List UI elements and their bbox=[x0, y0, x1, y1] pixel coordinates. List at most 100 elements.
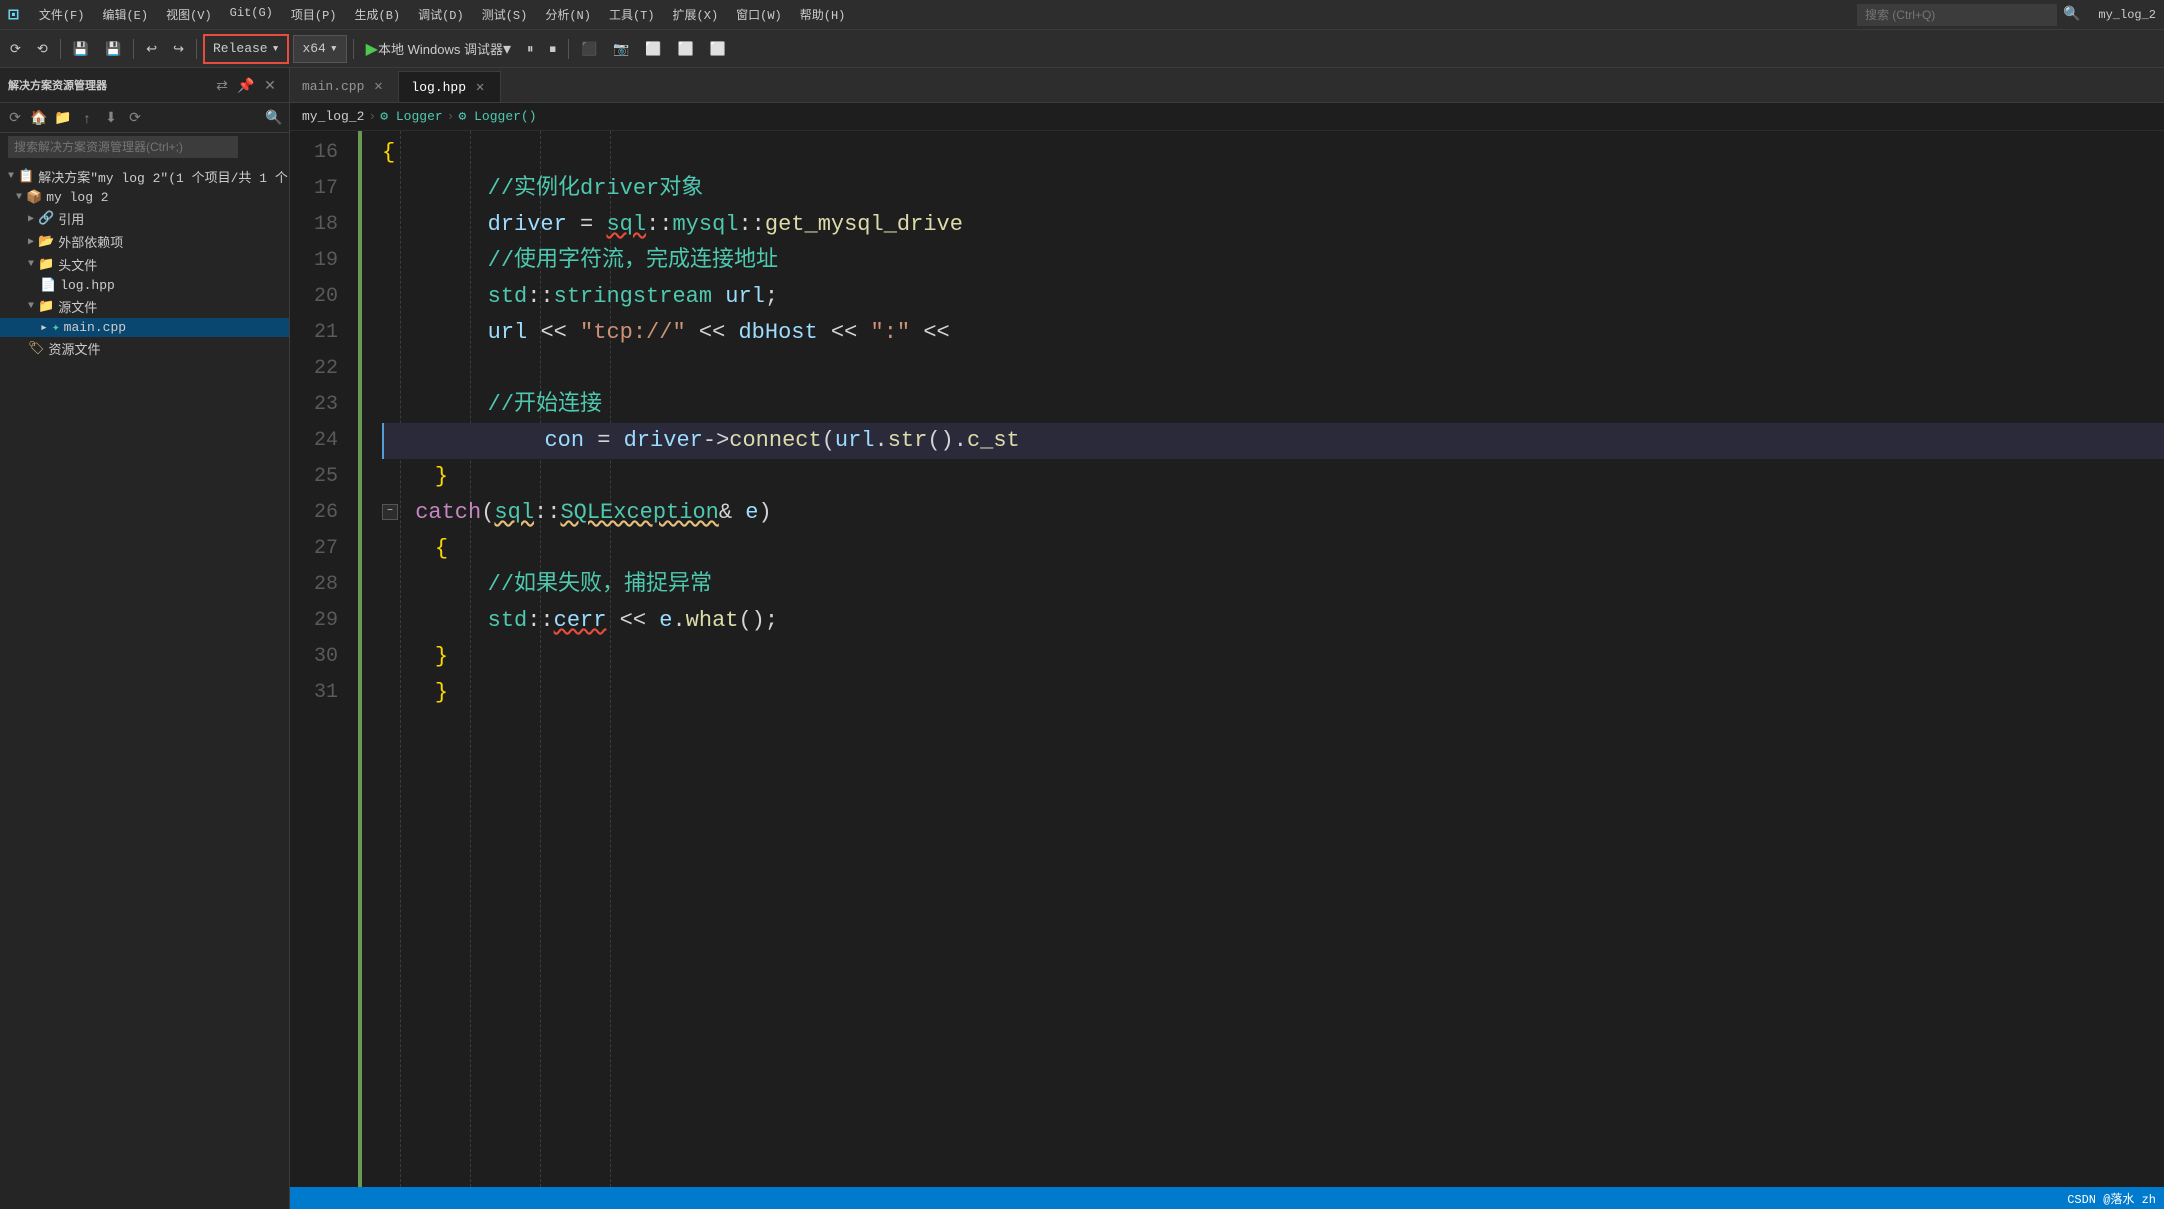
separator-3 bbox=[196, 39, 197, 59]
tree-project[interactable]: ▼ 📦 my log 2 bbox=[0, 188, 289, 207]
misc-btn-3[interactable]: ⬜ bbox=[639, 35, 667, 63]
tree-sources[interactable]: ▼ 📁 源文件 bbox=[0, 295, 289, 318]
run-label: 本地 Windows 调试器 bbox=[378, 39, 503, 58]
title-bar-right: my_log_2 bbox=[2098, 8, 2156, 22]
log-hpp-label: log.hpp bbox=[60, 278, 115, 293]
menu-tools[interactable]: 工具(T) bbox=[601, 4, 663, 25]
breadcrumb-project[interactable]: my_log_2 bbox=[302, 109, 364, 124]
forward-btn[interactable]: ⟲ bbox=[31, 35, 54, 63]
tree-main-cpp[interactable]: ▸ ✦ main.cpp bbox=[0, 318, 289, 337]
fold-btn-26[interactable]: − bbox=[382, 504, 398, 520]
menu-edit[interactable]: 编辑(E) bbox=[94, 4, 156, 25]
tree-headers[interactable]: ▼ 📁 头文件 bbox=[0, 253, 289, 276]
menu-project[interactable]: 项目(P) bbox=[283, 4, 345, 25]
tab-main-cpp[interactable]: main.cpp ✕ bbox=[290, 71, 399, 102]
run-debug-btn[interactable]: ▶ 本地 Windows 调试器 ▾ bbox=[360, 37, 517, 61]
pause-btn[interactable]: ⏸ bbox=[521, 35, 540, 63]
sidebar-tool-2[interactable]: 🏠 bbox=[28, 107, 50, 129]
editor-gutter bbox=[350, 131, 370, 1187]
menu-help[interactable]: 帮助(H) bbox=[792, 4, 854, 25]
menu-git[interactable]: Git(G) bbox=[222, 4, 281, 25]
sidebar-search-toggle[interactable]: 🔍 bbox=[263, 107, 285, 129]
tree-solution[interactable]: ▼ 📋 解决方案"my log 2"(1 个项目/共 1 个) bbox=[0, 165, 289, 188]
toolbar: ⟳ ⟲ 💾 💾 ↩ ↪ Release ▾ x64 ▾ ▶ 本地 Windows… bbox=[0, 30, 2164, 68]
sidebar-close-btn[interactable]: ✕ bbox=[259, 74, 281, 96]
vs-logo: ⊡ bbox=[8, 4, 19, 26]
menu-ext[interactable]: 扩展(X) bbox=[665, 4, 727, 25]
code-20-content: std::stringstream url; bbox=[382, 284, 778, 309]
tree-resource[interactable]: 🏷 资源文件 bbox=[0, 337, 289, 360]
code-line-30: } bbox=[382, 639, 2164, 675]
ext-dep-arrow: ▶ bbox=[28, 236, 34, 248]
tree-ext-dep[interactable]: ▶ 📂 外部依赖项 bbox=[0, 230, 289, 253]
main-cpp-indent: ▸ bbox=[40, 320, 48, 335]
main-layout: 解决方案资源管理器 ⇄ 📌 ✕ ⟳ 🏠 📁 ↑ ⬇ ⟳ 🔍 ▼ bbox=[0, 68, 2164, 1209]
sidebar-header-actions: ⇄ 📌 ✕ bbox=[211, 74, 281, 96]
sources-arrow: ▼ bbox=[28, 301, 34, 312]
release-dropdown[interactable]: Release ▾ bbox=[203, 34, 289, 64]
back-btn[interactable]: ⟳ bbox=[4, 35, 27, 63]
code-25-content: } bbox=[382, 464, 448, 489]
ref-icon: 🔗 bbox=[38, 211, 54, 226]
misc-btn-2[interactable]: 📷 bbox=[607, 35, 635, 63]
project-arrow: ▼ bbox=[16, 192, 22, 203]
breadcrumb-method[interactable]: ⚙ Logger() bbox=[458, 109, 536, 124]
platform-dropdown[interactable]: x64 ▾ bbox=[293, 35, 346, 63]
ext-dep-label: 外部依赖项 bbox=[58, 232, 123, 251]
sidebar-tool-4[interactable]: ↑ bbox=[76, 107, 98, 129]
main-cpp-label: main.cpp bbox=[64, 320, 126, 335]
menu-window[interactable]: 窗口(W) bbox=[728, 4, 790, 25]
file-tree: ▼ 📋 解决方案"my log 2"(1 个项目/共 1 个) ▼ 📦 my l… bbox=[0, 161, 289, 1209]
sidebar-search-input[interactable] bbox=[8, 136, 238, 158]
line-num-22: 22 bbox=[290, 351, 338, 387]
breadcrumb-class[interactable]: ⚙ Logger bbox=[380, 109, 442, 124]
breadcrumb-arrow-1: › bbox=[368, 109, 376, 124]
code-line-19: //使用字符流，完成连接地址 bbox=[382, 243, 2164, 279]
redo-btn[interactable]: ↪ bbox=[167, 35, 190, 63]
global-search-input[interactable] bbox=[1857, 4, 2057, 26]
solution-arrow: ▼ bbox=[8, 171, 14, 182]
log-hpp-icon: 📄 bbox=[40, 278, 56, 293]
sidebar-sync-btn[interactable]: ⇄ bbox=[211, 74, 233, 96]
code-16-content: { bbox=[382, 140, 395, 165]
sidebar-tool-3[interactable]: 📁 bbox=[52, 107, 74, 129]
sidebar-pin-btn[interactable]: 📌 bbox=[235, 74, 257, 96]
ref-label: 引用 bbox=[58, 209, 84, 228]
save-all-btn[interactable]: 💾 bbox=[99, 35, 127, 63]
line-num-21: 21 bbox=[290, 315, 338, 351]
code-23-content: //开始连接 bbox=[382, 392, 602, 417]
misc-btn-4[interactable]: ⬜ bbox=[672, 35, 700, 63]
sidebar-tool-6[interactable]: ⟳ bbox=[124, 107, 146, 129]
menu-test[interactable]: 测试(S) bbox=[474, 4, 536, 25]
menu-view[interactable]: 视图(V) bbox=[158, 4, 220, 25]
sources-label: 源文件 bbox=[58, 297, 97, 316]
menu-build[interactable]: 生成(B) bbox=[347, 4, 409, 25]
menu-file[interactable]: 文件(F) bbox=[31, 4, 93, 25]
undo-btn[interactable]: ↩ bbox=[140, 35, 163, 63]
tab-log-hpp-close[interactable]: ✕ bbox=[472, 79, 488, 95]
save-btn[interactable]: 💾 bbox=[67, 35, 95, 63]
stop-btn[interactable]: ⏹ bbox=[543, 35, 562, 63]
sources-icon: 📁 bbox=[38, 299, 54, 314]
code-editor[interactable]: 16 17 18 19 20 21 22 23 24 25 26 27 28 2… bbox=[290, 131, 2164, 1187]
menu-analyze[interactable]: 分析(N) bbox=[537, 4, 599, 25]
status-text: CSDN @落水 zh bbox=[2067, 1190, 2156, 1207]
code-30-content: } bbox=[382, 644, 448, 669]
tree-ref[interactable]: ▶ 🔗 引用 bbox=[0, 207, 289, 230]
code-29-content: std::cerr << e.what(); bbox=[382, 608, 778, 633]
title-bar: ⊡ 文件(F) 编辑(E) 视图(V) Git(G) 项目(P) 生成(B) 调… bbox=[0, 0, 2164, 30]
tab-log-hpp-label: log.hpp bbox=[411, 80, 466, 95]
tab-log-hpp[interactable]: log.hpp ✕ bbox=[399, 71, 501, 102]
menu-debug[interactable]: 调试(D) bbox=[410, 4, 472, 25]
tab-main-cpp-close[interactable]: ✕ bbox=[370, 79, 386, 95]
code-31-content: } bbox=[382, 680, 448, 705]
misc-btn-1[interactable]: ⬛ bbox=[575, 35, 603, 63]
tree-log-hpp[interactable]: 📄 log.hpp bbox=[0, 276, 289, 295]
code-content-area[interactable]: { //实例化driver对象 driver = sql::mysql::get… bbox=[370, 131, 2164, 1187]
sidebar-tool-5[interactable]: ⬇ bbox=[100, 107, 122, 129]
tab-bar: main.cpp ✕ log.hpp ✕ bbox=[290, 68, 2164, 103]
line-num-28: 28 bbox=[290, 567, 338, 603]
sidebar-tool-1[interactable]: ⟳ bbox=[4, 107, 26, 129]
misc-btn-5[interactable]: ⬜ bbox=[704, 35, 732, 63]
code-line-20: std::stringstream url; bbox=[382, 279, 2164, 315]
